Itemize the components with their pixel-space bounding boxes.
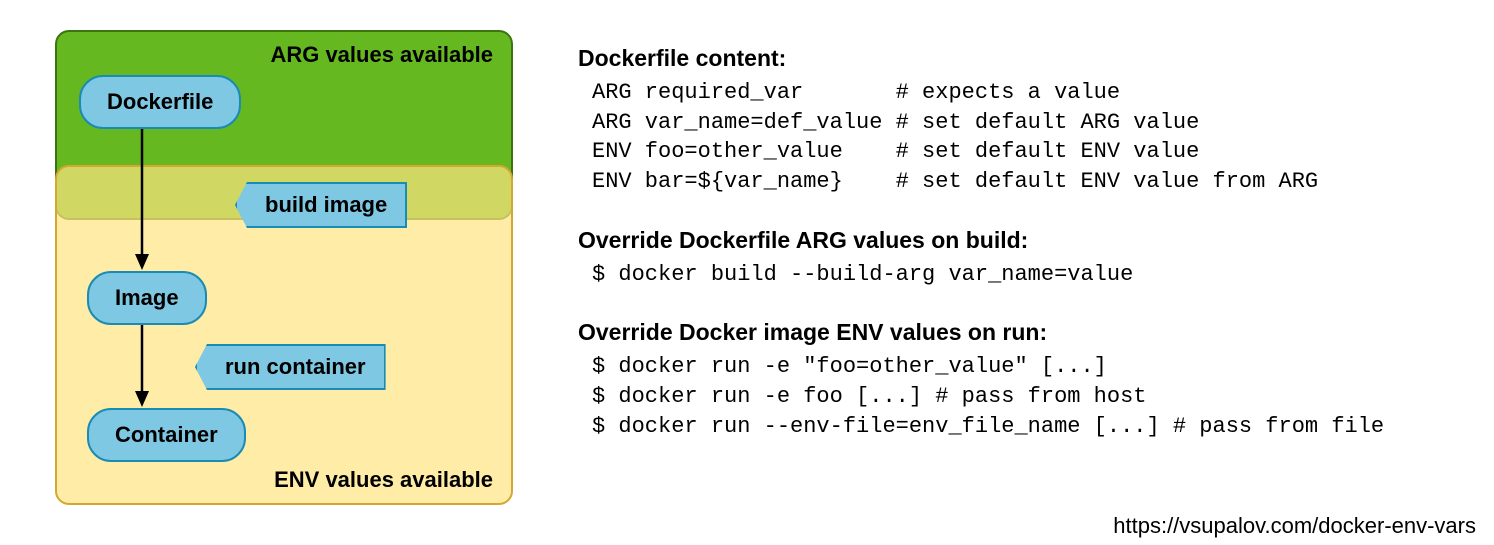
override-arg-heading: Override Dockerfile ARG values on build: bbox=[578, 227, 1478, 254]
env-region-label: ENV values available bbox=[274, 467, 493, 493]
image-node: Image bbox=[87, 271, 207, 325]
arrow-dockerfile-to-image bbox=[127, 126, 157, 271]
override-arg-code: $ docker build --build-arg var_name=valu… bbox=[592, 260, 1478, 290]
arrow-image-to-container bbox=[127, 322, 157, 408]
dockerfile-content-code: ARG required_var # expects a value ARG v… bbox=[592, 78, 1478, 197]
dockerfile-content-heading: Dockerfile content: bbox=[578, 45, 1478, 72]
attribution-link[interactable]: https://vsupalov.com/docker-env-vars bbox=[1113, 513, 1476, 539]
override-env-code: $ docker run -e "foo=other_value" [...] … bbox=[592, 352, 1478, 441]
arg-region-label: ARG values available bbox=[270, 42, 493, 68]
dockerfile-node: Dockerfile bbox=[79, 75, 241, 129]
build-image-action: build image bbox=[235, 182, 407, 228]
content-area: Dockerfile content: ARG required_var # e… bbox=[578, 45, 1478, 472]
diagram-area: ARG values available ENV values availabl… bbox=[55, 30, 535, 505]
override-env-heading: Override Docker image ENV values on run: bbox=[578, 319, 1478, 346]
container-node: Container bbox=[87, 408, 246, 462]
run-container-action: run container bbox=[195, 344, 386, 390]
